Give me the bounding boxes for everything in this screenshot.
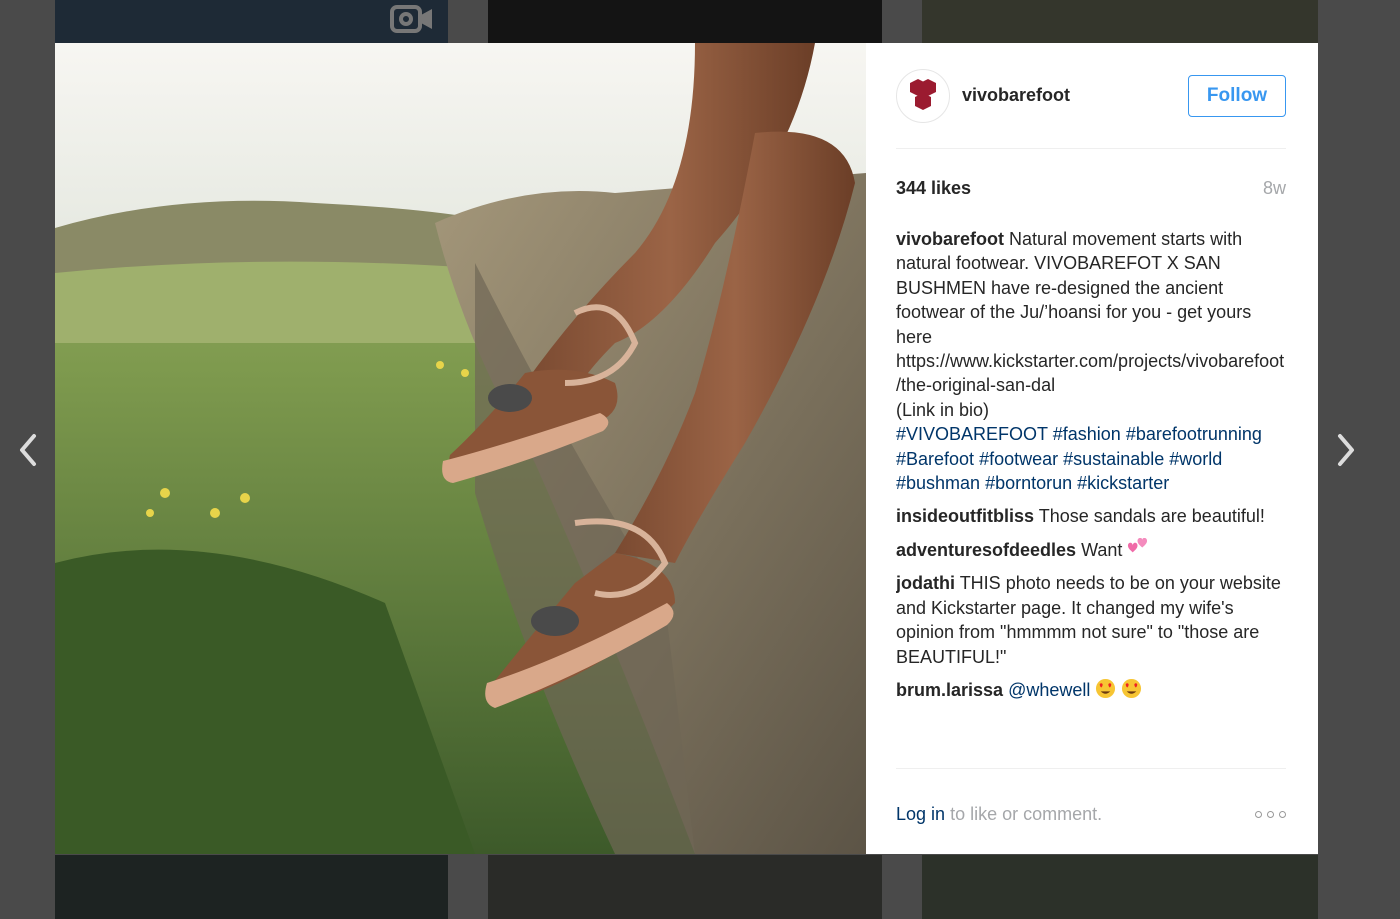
comment-text: Want — [1081, 539, 1123, 560]
two-hearts-icon — [1128, 537, 1148, 553]
hashtag[interactable]: #sustainable — [1063, 449, 1164, 469]
vivobarefoot-logo-icon — [910, 78, 936, 110]
hashtag[interactable]: #borntorun — [985, 473, 1072, 493]
post-username[interactable]: vivobarefoot — [962, 85, 1188, 106]
comment-username[interactable]: adventuresofdeedles — [896, 540, 1076, 560]
caption-text: Natural movement starts with natural foo… — [896, 229, 1285, 396]
next-arrow-icon[interactable] — [1330, 430, 1360, 470]
hashtag[interactable]: #bushman — [896, 473, 980, 493]
background-tile — [488, 855, 882, 919]
post-time[interactable]: 8w — [1263, 178, 1286, 199]
comment-username[interactable]: jodathi — [896, 573, 955, 593]
video-icon — [390, 5, 432, 33]
background-tile — [922, 0, 1318, 43]
post-footer: Log in to like or comment. — [896, 769, 1286, 859]
comment-text: Those sandals are beautiful! — [1038, 506, 1265, 527]
hashtag[interactable]: #barefootrunning — [1126, 424, 1262, 444]
caption-note: (Link in bio) — [896, 399, 990, 420]
hashtag[interactable]: #Barefoot — [896, 449, 974, 469]
background-tile — [55, 855, 448, 919]
photo-illustration — [55, 43, 866, 854]
avatar[interactable] — [896, 68, 950, 123]
comment: brum.larissa @whewell — [896, 678, 1286, 702]
login-link[interactable]: Log in — [896, 804, 945, 824]
caption: vivobarefoot Natural movement starts wit… — [896, 227, 1286, 495]
comment: adventuresofdeedles Want — [896, 537, 1286, 562]
hashtag[interactable]: #kickstarter — [1077, 473, 1169, 493]
login-prompt: Log in to like or comment. — [896, 804, 1102, 825]
heart-eyes-emoji-icon — [1096, 678, 1116, 698]
hashtag[interactable]: #VIVOBAREFOOT — [896, 424, 1048, 444]
comment: insideoutfitbliss Those sandals are beau… — [896, 504, 1286, 528]
likes-count[interactable]: 344 likes — [896, 178, 971, 199]
heart-eyes-emoji-icon — [1122, 678, 1142, 698]
comments-list: vivobarefoot Natural movement starts wit… — [896, 227, 1286, 769]
comment-username[interactable]: brum.larissa — [896, 680, 1003, 700]
previous-arrow-icon[interactable] — [14, 430, 44, 470]
background-tile — [488, 0, 882, 43]
login-suffix: to like or comment. — [950, 803, 1103, 824]
caption-username[interactable]: vivobarefoot — [896, 229, 1004, 249]
post-side-panel: vivobarefoot Follow 344 likes 8w vivobar… — [866, 43, 1318, 854]
post-modal: vivobarefoot Follow 344 likes 8w vivobar… — [55, 43, 1318, 854]
mention-link[interactable]: @whewell — [1008, 680, 1090, 700]
hashtag[interactable]: #world — [1169, 449, 1222, 469]
comment: jodathi THIS photo needs to be on your w… — [896, 571, 1286, 669]
hashtag[interactable]: #fashion — [1053, 424, 1121, 444]
background-tile — [922, 855, 1318, 919]
more-options-icon[interactable] — [1255, 810, 1286, 818]
follow-button[interactable]: Follow — [1188, 74, 1286, 117]
post-meta: 344 likes 8w — [896, 149, 1286, 227]
hashtag[interactable]: #footwear — [979, 449, 1058, 469]
comment-username[interactable]: insideoutfitbliss — [896, 506, 1034, 526]
post-header: vivobarefoot Follow — [896, 43, 1286, 149]
post-photo — [55, 43, 866, 854]
